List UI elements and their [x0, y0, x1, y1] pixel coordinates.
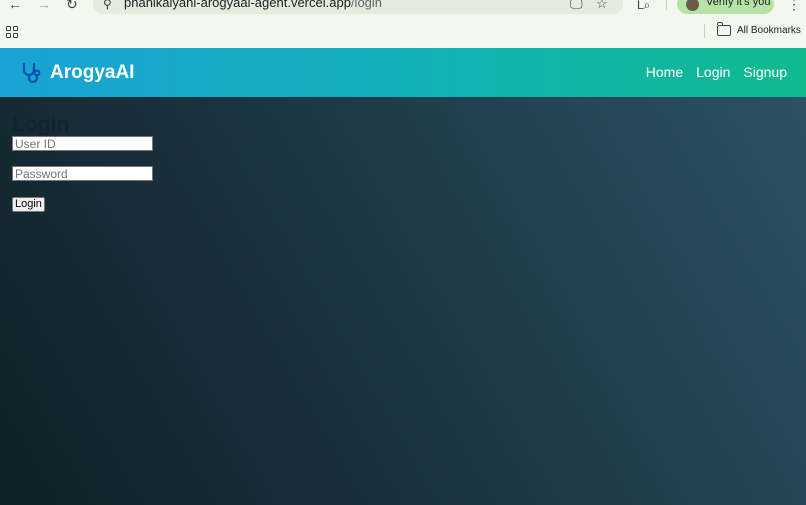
menu-kebab-icon[interactable]: ⋮ [787, 0, 801, 13]
app-header: ArogyaAI Home Login Signup [0, 48, 806, 97]
folder-icon [717, 22, 731, 36]
nav-home-link[interactable]: Home [646, 64, 683, 80]
forward-arrow-icon[interactable]: → [37, 0, 51, 12]
password-input[interactable] [12, 166, 153, 181]
url-text: phanikalyani-arogyaai-agent.vercel.app/l… [124, 0, 383, 10]
nav-login-link[interactable]: Login [696, 64, 730, 80]
bookmark-star-icon[interactable]: ☆ [596, 0, 608, 12]
user-id-input[interactable] [12, 136, 153, 151]
login-page: Login Login [0, 97, 806, 505]
page-title: Login [12, 113, 70, 136]
back-arrow-icon[interactable]: ← [8, 0, 22, 12]
reload-icon[interactable]: ↻ [66, 0, 78, 13]
avatar [686, 0, 699, 11]
address-bar[interactable]: ⚲ phanikalyani-arogyaai-agent.vercel.app… [93, 0, 623, 14]
brand-logo-text[interactable]: ArogyaAI [50, 62, 134, 84]
install-app-icon[interactable]: 🖵 [570, 0, 583, 12]
profile-chip[interactable]: Verify it's you [677, 0, 774, 14]
nav-signup-link[interactable]: Signup [743, 64, 787, 80]
profile-label: Verify it's you [706, 0, 771, 8]
toolbar-divider [666, 0, 667, 10]
apps-grid-icon[interactable] [6, 26, 18, 38]
stethoscope-icon [22, 62, 41, 84]
browser-toolbar: ← → ↻ ⚲ phanikalyani-arogyaai-agent.verc… [0, 0, 806, 18]
login-button[interactable]: Login [12, 197, 45, 212]
bookmarks-divider [704, 24, 705, 38]
site-info-icon[interactable]: ⚲ [103, 0, 112, 11]
main-nav: Home Login Signup [646, 64, 787, 80]
bookmarks-bar: All Bookmarks [0, 18, 806, 48]
all-bookmarks-link[interactable]: All Bookmarks [737, 25, 801, 36]
lens-icon[interactable]: L⌕ [637, 0, 650, 13]
